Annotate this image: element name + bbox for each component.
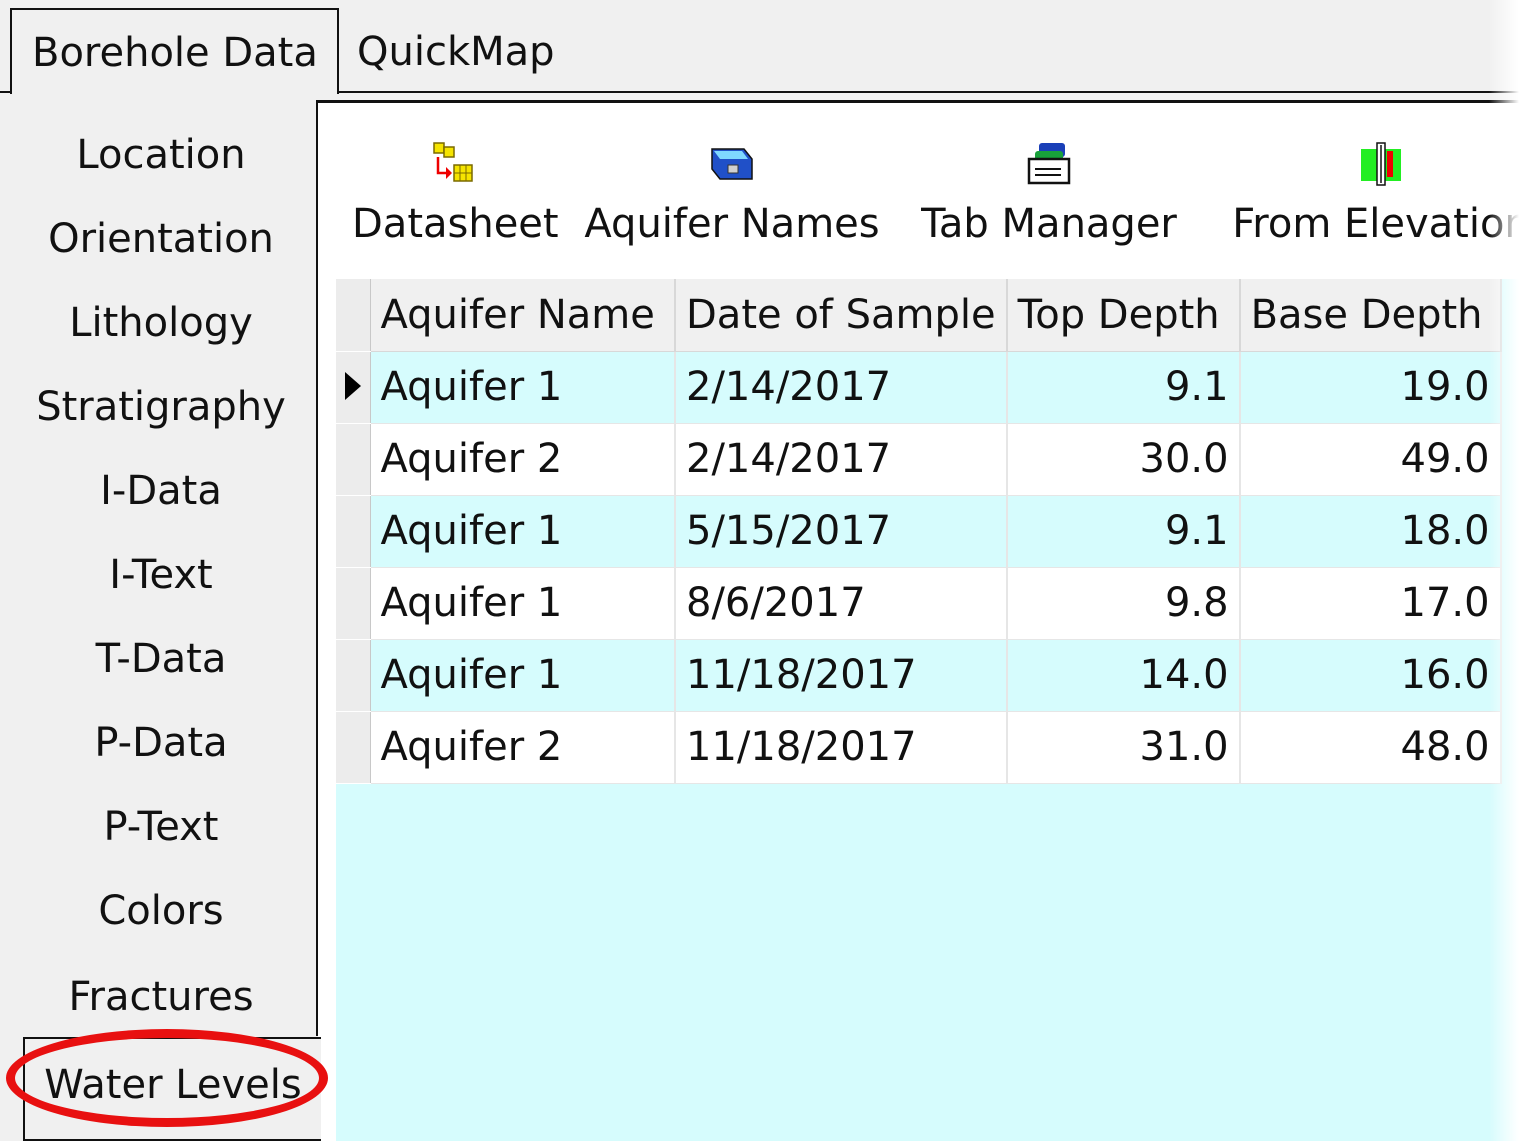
cell-top-depth[interactable]: 30.0 <box>1006 423 1241 496</box>
cell-date-of-sample[interactable]: 8/6/2017 <box>675 567 1008 640</box>
tab-manager-label: Tab Manager <box>921 201 1177 247</box>
datasheet-icon <box>433 142 473 182</box>
cell-base-depth[interactable]: 18.0 <box>1239 495 1502 568</box>
cell-date-of-sample[interactable]: 2/14/2017 <box>675 351 1008 424</box>
side-tab-lithology[interactable]: Lithology <box>3 281 319 365</box>
row-selector[interactable] <box>336 423 371 496</box>
side-tab-i-data[interactable]: I-Data <box>3 449 319 533</box>
side-panel-border <box>316 100 318 1036</box>
toolbar: Datasheet Aquifer Names Tab Manager From… <box>318 103 1519 279</box>
column-header-top-depth[interactable]: Top Depth <box>1006 279 1241 352</box>
column-header-base-depth[interactable]: Base Depth <box>1239 279 1502 352</box>
side-tab-colors[interactable]: Colors <box>3 869 319 953</box>
side-tab-water-levels[interactable]: Water Levels <box>23 1037 321 1141</box>
side-tab-orientation[interactable]: Orientation <box>3 197 319 281</box>
tab-quickmap[interactable]: QuickMap <box>345 22 567 82</box>
data-grid-table: Aquifer Name Date of Sample Top Depth Ba… <box>336 279 1502 784</box>
datasheet-label: Datasheet <box>352 201 559 247</box>
top-tab-bar: Borehole Data QuickMap <box>0 0 1519 94</box>
cell-base-depth[interactable]: 16.0 <box>1239 639 1502 712</box>
cell-top-depth[interactable]: 9.1 <box>1006 495 1241 568</box>
current-row-pointer-icon <box>345 372 361 400</box>
table-row[interactable]: Aquifer 1 2/14/2017 9.1 19.0 <box>336 351 1502 424</box>
cell-top-depth[interactable]: 9.1 <box>1006 351 1241 424</box>
water-levels-panel: Datasheet Aquifer Names Tab Manager From… <box>318 103 1519 1141</box>
cell-aquifer-name[interactable]: Aquifer 1 <box>370 639 676 712</box>
cell-aquifer-name[interactable]: Aquifer 1 <box>370 351 676 424</box>
row-selector-header <box>336 279 371 352</box>
aquifer-names-button[interactable]: Aquifer Names <box>582 139 882 279</box>
water-levels-grid: Aquifer Name Date of Sample Top Depth Ba… <box>336 279 1519 1141</box>
cell-base-depth[interactable]: 19.0 <box>1239 351 1502 424</box>
cell-aquifer-name[interactable]: Aquifer 1 <box>370 567 676 640</box>
cell-base-depth[interactable]: 49.0 <box>1239 423 1502 496</box>
tab-manager-icon <box>1027 143 1071 185</box>
row-selector[interactable] <box>336 351 371 424</box>
side-tab-fractures[interactable]: Fractures <box>3 955 319 1039</box>
side-tab-stratigraphy[interactable]: Stratigraphy <box>3 365 319 449</box>
window-edge-fade <box>1489 0 1519 1141</box>
aquifer-names-label: Aquifer Names <box>584 201 880 247</box>
aquifer-names-icon <box>711 148 753 180</box>
side-tab-p-text[interactable]: P-Text <box>3 785 319 869</box>
cell-base-depth[interactable]: 17.0 <box>1239 567 1502 640</box>
row-selector[interactable] <box>336 639 371 712</box>
cell-top-depth[interactable]: 14.0 <box>1006 639 1241 712</box>
row-selector[interactable] <box>336 495 371 568</box>
tab-borehole-data[interactable]: Borehole Data <box>10 8 339 94</box>
from-elevation-label: From Elevation <box>1232 201 1519 247</box>
cell-base-depth[interactable]: 48.0 <box>1239 711 1502 784</box>
table-row[interactable]: Aquifer 1 8/6/2017 9.8 17.0 <box>336 567 1502 640</box>
side-tab-t-data[interactable]: T-Data <box>3 617 319 701</box>
cell-aquifer-name[interactable]: Aquifer 2 <box>370 423 676 496</box>
side-tab-bar: Location Orientation Lithology Stratigra… <box>3 93 321 1141</box>
cell-date-of-sample[interactable]: 11/18/2017 <box>675 711 1008 784</box>
row-selector[interactable] <box>336 567 371 640</box>
table-row[interactable]: Aquifer 2 11/18/2017 31.0 48.0 <box>336 711 1502 784</box>
datasheet-button[interactable]: Datasheet <box>352 139 559 279</box>
cell-date-of-sample[interactable]: 2/14/2017 <box>675 423 1008 496</box>
cell-aquifer-name[interactable]: Aquifer 2 <box>370 711 676 784</box>
cell-aquifer-name[interactable]: Aquifer 1 <box>370 495 676 568</box>
column-header-date-of-sample[interactable]: Date of Sample <box>675 279 1008 352</box>
table-row[interactable]: Aquifer 1 11/18/2017 14.0 16.0 <box>336 639 1502 712</box>
table-row[interactable]: Aquifer 2 2/14/2017 30.0 49.0 <box>336 423 1502 496</box>
grid-header-row: Aquifer Name Date of Sample Top Depth Ba… <box>336 279 1502 352</box>
row-selector[interactable] <box>336 711 371 784</box>
tab-manager-button[interactable]: Tab Manager <box>914 139 1184 279</box>
side-tab-p-data[interactable]: P-Data <box>3 701 319 785</box>
cell-date-of-sample[interactable]: 11/18/2017 <box>675 639 1008 712</box>
table-row[interactable]: Aquifer 1 5/15/2017 9.1 18.0 <box>336 495 1502 568</box>
side-tab-location[interactable]: Location <box>3 113 319 197</box>
cell-date-of-sample[interactable]: 5/15/2017 <box>675 495 1008 568</box>
column-header-aquifer-name[interactable]: Aquifer Name <box>370 279 676 352</box>
cell-top-depth[interactable]: 9.8 <box>1006 567 1241 640</box>
from-elevation-button[interactable]: From Elevation <box>1216 139 1519 279</box>
from-elevation-icon <box>1361 142 1401 186</box>
cell-top-depth[interactable]: 31.0 <box>1006 711 1241 784</box>
side-tab-i-text[interactable]: I-Text <box>3 533 319 617</box>
content-top-border <box>316 100 1519 103</box>
